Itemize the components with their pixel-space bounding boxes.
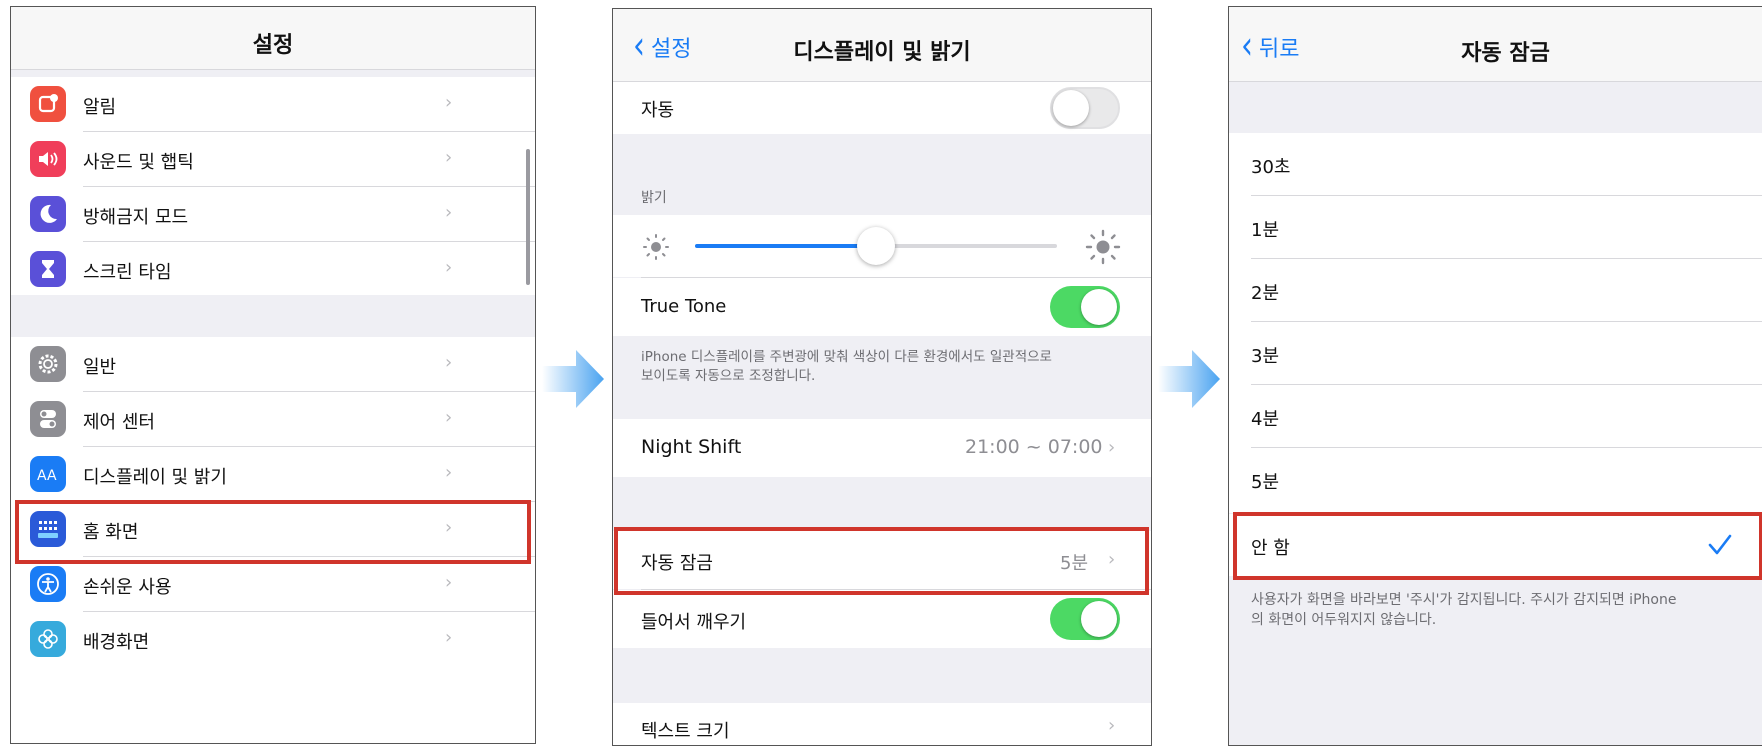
option-label: 30초 [1251, 157, 1291, 178]
settings-item-screen-time[interactable]: 스크린 타임 › [11, 242, 535, 295]
raise-to-wake-toggle[interactable] [1050, 598, 1120, 640]
settings-item-label: 일반 [83, 357, 117, 378]
brightness-section-header: 밝기 [641, 190, 667, 206]
option-4min[interactable]: 4분 [1229, 385, 1762, 447]
raise-to-wake-label: 들어서 깨우기 [641, 612, 747, 633]
display-navbar: ‹ 설정 디스플레이 및 밝기 [613, 9, 1151, 82]
true-tone-toggle[interactable] [1050, 286, 1120, 328]
wallpaper-icon [30, 621, 66, 657]
sound-icon [30, 141, 66, 177]
display-brightness-screen: ‹ 설정 디스플레이 및 밝기 자동 밝기 True Tone iPhone 디… [612, 8, 1152, 746]
chevron-right-icon: › [443, 627, 454, 648]
chevron-right-icon: › [443, 572, 454, 593]
page-title: 설정 [252, 33, 294, 58]
chevron-right-icon: › [443, 407, 454, 428]
page-title: 자동 잠금 [1461, 41, 1550, 66]
settings-item-general[interactable]: 일반 › [11, 337, 535, 391]
settings-item-do-not-disturb[interactable]: 방해금지 모드 › [11, 187, 535, 241]
option-5min[interactable]: 5분 [1229, 448, 1762, 513]
chevron-right-icon: › [443, 257, 454, 278]
control-center-icon [30, 401, 66, 437]
brightness-low-icon [643, 234, 669, 260]
auto-toggle[interactable] [1050, 87, 1120, 129]
option-1min[interactable]: 1분 [1229, 196, 1762, 258]
option-30s[interactable]: 30초 [1229, 133, 1762, 195]
settings-item-sound[interactable]: 사운드 및 햅틱 › [11, 132, 535, 186]
night-shift-value: 21:00 ~ 07:00 [965, 436, 1103, 458]
auto-label: 자동 [641, 100, 675, 121]
moon-icon [30, 196, 66, 232]
notifications-icon [30, 86, 66, 122]
text-size-row[interactable]: 텍스트 크기 › [613, 703, 1151, 745]
settings-item-label: 배경화면 [83, 632, 150, 653]
settings-item-label: 스크린 타임 [83, 262, 172, 283]
chevron-right-icon: › [1106, 437, 1117, 458]
chevron-right-icon: › [1106, 715, 1117, 736]
settings-item-control-center[interactable]: 제어 센터 › [11, 392, 535, 446]
auto-lock-footer-note: 사용자가 화면을 바라보면 '주시'가 감지됩니다. 주시가 감지되면 iPho… [1251, 592, 1677, 628]
highlight-never-option [1233, 512, 1762, 580]
settings-navbar: 설정 [11, 7, 535, 70]
settings-item-accessibility[interactable]: 손쉬운 사용 › [11, 557, 535, 611]
option-label: 3분 [1251, 346, 1280, 367]
auto-lock-navbar: ‹ 뒤로 자동 잠금 [1229, 7, 1762, 82]
brightness-high-icon [1085, 229, 1121, 265]
true-tone-description: iPhone 디스플레이를 주변광에 맞춰 색상이 다른 환경에서도 일관적으로… [641, 349, 1052, 384]
display-aa-icon: AA [30, 456, 66, 492]
settings-item-label: 제어 센터 [83, 412, 155, 433]
true-tone-label: True Tone [641, 296, 727, 317]
settings-item-label: 사운드 및 햅틱 [83, 152, 194, 173]
brightness-slider[interactable] [695, 227, 1057, 265]
settings-item-wallpaper[interactable]: 배경화면 › [11, 612, 535, 666]
settings-item-notifications[interactable]: 알림 › [11, 77, 535, 131]
chevron-right-icon: › [443, 202, 454, 223]
page-title: 디스플레이 및 밝기 [793, 40, 971, 65]
option-3min[interactable]: 3분 [1229, 322, 1762, 384]
next-step-arrow-icon [542, 350, 604, 408]
settings-group-1: 알림 › 사운드 및 햅틱 › 방해금지 모드 › 스크린 타임 › [11, 77, 535, 295]
chevron-right-icon: › [443, 92, 454, 113]
brightness-slider-thumb[interactable] [857, 227, 895, 265]
brightness-slider-track [876, 244, 1057, 248]
auto-appearance-row: 자동 [613, 82, 1151, 134]
option-label: 1분 [1251, 220, 1280, 241]
brightness-slider-fill [695, 244, 876, 248]
chevron-right-icon: › [443, 462, 454, 483]
option-label: 5분 [1251, 472, 1280, 493]
night-shift-row[interactable]: Night Shift 21:00 ~ 07:00 › [613, 419, 1151, 477]
option-2min[interactable]: 2분 [1229, 259, 1762, 321]
scroll-indicator[interactable] [526, 149, 530, 285]
highlight-auto-lock [614, 527, 1149, 595]
hourglass-icon [30, 251, 66, 287]
night-shift-label: Night Shift [641, 436, 742, 458]
chevron-right-icon: › [443, 147, 454, 168]
text-size-label: 텍스트 크기 [641, 721, 730, 742]
option-label: 4분 [1251, 409, 1280, 430]
gear-icon [30, 346, 66, 382]
chevron-right-icon: › [443, 352, 454, 373]
true-tone-row: True Tone [613, 278, 1151, 336]
settings-item-label: 방해금지 모드 [83, 207, 189, 228]
highlight-display-brightness [15, 500, 531, 564]
raise-to-wake-row: 들어서 깨우기 [613, 590, 1151, 648]
brightness-row [613, 215, 1151, 277]
auto-lock-options: 30초 1분 2분 3분 4분 5분 [1229, 133, 1762, 513]
settings-item-label: 손쉬운 사용 [83, 577, 172, 598]
next-step-arrow-icon [1158, 350, 1220, 408]
settings-item-label: 디스플레이 및 밝기 [83, 467, 227, 488]
settings-item-label: 알림 [83, 97, 117, 118]
settings-item-display-brightness[interactable]: AA 디스플레이 및 밝기 › [11, 447, 535, 501]
accessibility-icon [30, 566, 66, 602]
settings-screen: 설정 알림 › 사운드 및 햅틱 › 방해금지 모드 › 스크린 타임 › 일반… [10, 6, 536, 744]
svg-text:AA: AA [37, 468, 57, 484]
auto-lock-screen: ‹ 뒤로 자동 잠금 30초 1분 2분 3분 4분 5분 안 함 사용자가 화… [1228, 6, 1762, 746]
option-label: 2분 [1251, 283, 1280, 304]
